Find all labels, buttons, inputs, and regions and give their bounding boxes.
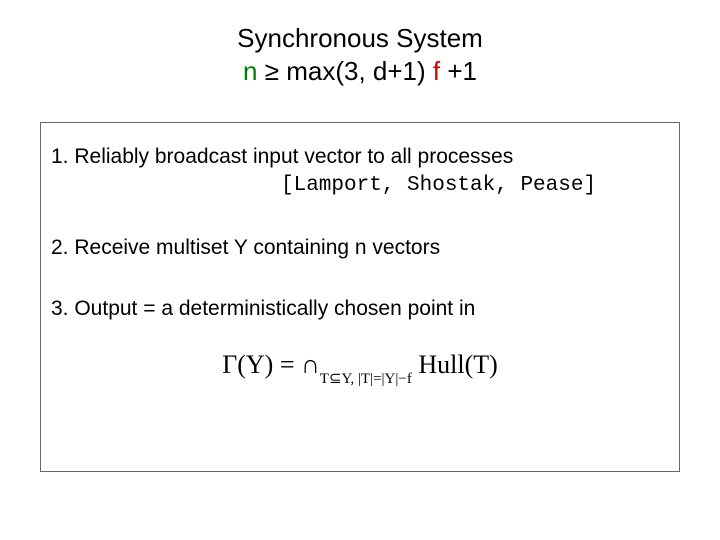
formula-block: Γ(Y) = ∩T⊆Y, |T|=|Y|−f Hull(T) bbox=[51, 350, 669, 384]
step-2-text: 2. Receive multiset Y containing n vecto… bbox=[51, 236, 440, 259]
step-1-text: 1. Reliably broadcast input vector to al… bbox=[51, 145, 513, 168]
step-3: 3. Output = a deterministically chosen p… bbox=[51, 295, 669, 322]
title-tail: +1 bbox=[440, 56, 477, 86]
formula-subscript: T⊆Y, |T|=|Y|−f bbox=[320, 371, 412, 387]
formula: Γ(Y) = ∩T⊆Y, |T|=|Y|−f Hull(T) bbox=[222, 350, 498, 379]
formula-rhs: Hull(T) bbox=[412, 350, 498, 379]
content-box: 1. Reliably broadcast input vector to al… bbox=[40, 122, 680, 472]
title-n: n bbox=[243, 56, 257, 86]
slide: Synchronous System n ≥ max(3, d+1) f +1 … bbox=[0, 0, 720, 540]
step-1-citation: [Lamport, Shostak, Pease] bbox=[281, 172, 669, 199]
step-3-text: 3. Output = a deterministically chosen p… bbox=[51, 297, 475, 320]
step-2: 2. Receive multiset Y containing n vecto… bbox=[51, 234, 669, 261]
title-line-1: Synchronous System bbox=[0, 22, 720, 55]
title-mid: ≥ max(3, d+1) bbox=[257, 56, 432, 86]
title-line-2: n ≥ max(3, d+1) f +1 bbox=[0, 55, 720, 88]
formula-lhs: Γ(Y) = ∩ bbox=[222, 350, 320, 379]
slide-title: Synchronous System n ≥ max(3, d+1) f +1 bbox=[0, 22, 720, 87]
step-1: 1. Reliably broadcast input vector to al… bbox=[51, 143, 669, 200]
